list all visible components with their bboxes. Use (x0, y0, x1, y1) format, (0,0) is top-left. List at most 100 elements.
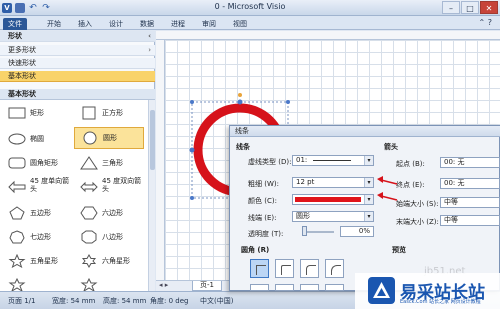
begin-select[interactable]: 00: 无 (440, 157, 500, 168)
tab-design[interactable]: 设计 (106, 18, 126, 30)
shape-partial-2[interactable] (74, 275, 144, 291)
corner-icon (331, 265, 341, 275)
selection-handle[interactable] (286, 100, 290, 104)
star-icon (80, 278, 98, 291)
status-page[interactable]: 页面 1/1 (8, 296, 36, 306)
shape-rectangle[interactable]: 矩形 (2, 103, 72, 125)
circle-icon (83, 131, 97, 145)
triangle-icon (80, 156, 98, 170)
horizontal-ruler (156, 31, 500, 40)
shape-circle[interactable]: 圆形 (74, 127, 144, 149)
shapes-pane-title: 形状 ‹ (0, 31, 155, 42)
shape-six-point-star[interactable]: 六角星形 (74, 251, 144, 273)
color-select[interactable]: ▾ (292, 194, 374, 205)
tab-review[interactable]: 审阅 (199, 18, 219, 30)
more-shapes-item[interactable]: 更多形状 › (0, 45, 155, 56)
six-point-star-icon (81, 254, 97, 268)
status-angle: 角度: 0 deg (150, 297, 189, 305)
tab-view[interactable]: 视图 (230, 18, 250, 30)
shape-ellipse[interactable]: 椭圆 (2, 129, 72, 151)
corner-style-5[interactable] (275, 284, 294, 291)
rotation-handle[interactable] (238, 93, 242, 97)
tab-insert[interactable]: 插入 (75, 18, 95, 30)
tab-page-1[interactable]: 页-1 (192, 281, 222, 291)
transparency-slider-thumb[interactable] (302, 226, 307, 236)
end-size-label: 末端大小 (Z): (396, 218, 439, 226)
selection-handle[interactable] (237, 99, 243, 105)
chevron-down-icon: ▾ (364, 178, 373, 187)
close-button[interactable]: ✕ (480, 1, 498, 14)
tab-process[interactable]: 进程 (168, 18, 188, 30)
transparency-slider[interactable] (306, 231, 334, 233)
transparency-input[interactable]: 0% (340, 226, 374, 237)
corner-style-2[interactable] (300, 259, 319, 278)
status-width: 宽度: 54 mm (52, 297, 96, 305)
selection-handle[interactable] (189, 147, 195, 153)
shape-rounded-rectangle[interactable]: 圆角矩形 (2, 153, 72, 175)
color-label: 颜色 (C): (248, 197, 277, 205)
corner-style-1[interactable] (275, 259, 294, 278)
cap-select[interactable]: 圆形 ▾ (292, 211, 374, 222)
arrow-group-label: 箭头 (384, 143, 398, 151)
tab-home[interactable]: 开始 (44, 18, 64, 30)
selection-handle[interactable] (190, 100, 194, 104)
corner-style-6[interactable] (300, 284, 319, 291)
logo-mark (373, 282, 390, 298)
shape-pentagon[interactable]: 五边形 (2, 203, 72, 225)
quick-shapes-item[interactable]: 快速形状 (0, 58, 155, 69)
chevron-down-icon: ▾ (364, 195, 373, 204)
shapes-pane: 形状 ‹ 更多形状 › 快速形状 基本形状 基本形状 矩形 正方形 椭圆 圆形 (0, 31, 155, 291)
begin-size-select[interactable]: 中等 (440, 197, 500, 208)
end-size-select[interactable]: 中等 (440, 215, 500, 226)
corner-icon (281, 265, 291, 275)
shape-octagon[interactable]: 八边形 (74, 227, 144, 249)
corner-style-7[interactable] (325, 284, 344, 291)
vertical-ruler (156, 40, 165, 280)
tab-file[interactable]: 文件 (3, 18, 27, 30)
shape-hexagon[interactable]: 六边形 (74, 203, 144, 225)
shape-45-single-arrow[interactable]: 45 度单向箭头 (2, 177, 72, 199)
dash-type-select[interactable]: 01: ▾ (292, 155, 374, 166)
tab-data[interactable]: 数据 (137, 18, 157, 30)
weight-select[interactable]: 12 pt ▾ (292, 177, 374, 188)
chevron-down-icon: ▾ (364, 212, 373, 221)
five-point-star-icon (8, 254, 26, 268)
ellipse-icon (8, 133, 26, 145)
shape-square[interactable]: 正方形 (74, 103, 144, 125)
shape-heptagon[interactable]: 七边形 (2, 227, 72, 249)
stencil-scrollbar[interactable] (148, 100, 155, 291)
page-nav-icons[interactable]: ◂ ▸ (159, 281, 168, 289)
corner-style-square[interactable] (250, 259, 269, 278)
basic-shapes-item[interactable]: 基本形状 (0, 71, 155, 82)
maximize-button[interactable]: □ (461, 1, 479, 14)
window-title: 0 - Microsoft Visio (214, 2, 286, 11)
scrollbar-thumb[interactable] (150, 110, 155, 170)
page-tab-bar: ◂ ▸ 页-1 (156, 280, 236, 291)
round-corners-label: 圆角 (R) (241, 246, 270, 254)
corner-style-4[interactable] (250, 284, 269, 291)
stencil-title: 基本形状 (0, 89, 155, 100)
shape-five-point-star[interactable]: 五角星形 (2, 251, 72, 273)
weight-label: 粗细 (W): (248, 180, 279, 188)
begin-size-label: 始端大小 (S): (396, 200, 439, 208)
shape-triangle[interactable]: 三角形 (74, 153, 144, 175)
ribbon-minimize-icon[interactable]: ⌃ ? (479, 18, 493, 27)
ribbon-tabs: 文件 开始 插入 设计 数据 进程 审阅 视图 ⌃ ? (0, 16, 500, 30)
color-swatch (295, 197, 361, 202)
shape-45-double-arrow[interactable]: 45 度双向箭头 (74, 177, 144, 199)
status-language[interactable]: 中文(中国) (200, 296, 233, 306)
selection-handle[interactable] (190, 196, 194, 200)
dialog-title: 线条 (230, 126, 500, 137)
shape-partial[interactable] (2, 275, 72, 291)
title-bar: V ↶ ↷ 0 - Microsoft Visio – □ ✕ (0, 0, 500, 16)
collapse-pane-icon[interactable]: ‹ (148, 31, 151, 42)
minimize-button[interactable]: – (442, 1, 460, 14)
end-select[interactable]: 00: 无 (440, 178, 500, 189)
corner-style-3[interactable] (325, 259, 344, 278)
rectangle-icon (8, 107, 26, 119)
dash-type-label: 虚线类型 (D): (248, 158, 292, 166)
star-icon (8, 278, 26, 291)
hexagon-icon (80, 206, 98, 220)
double-arrow-icon (80, 181, 98, 193)
preview-label: 预览 (392, 246, 406, 254)
